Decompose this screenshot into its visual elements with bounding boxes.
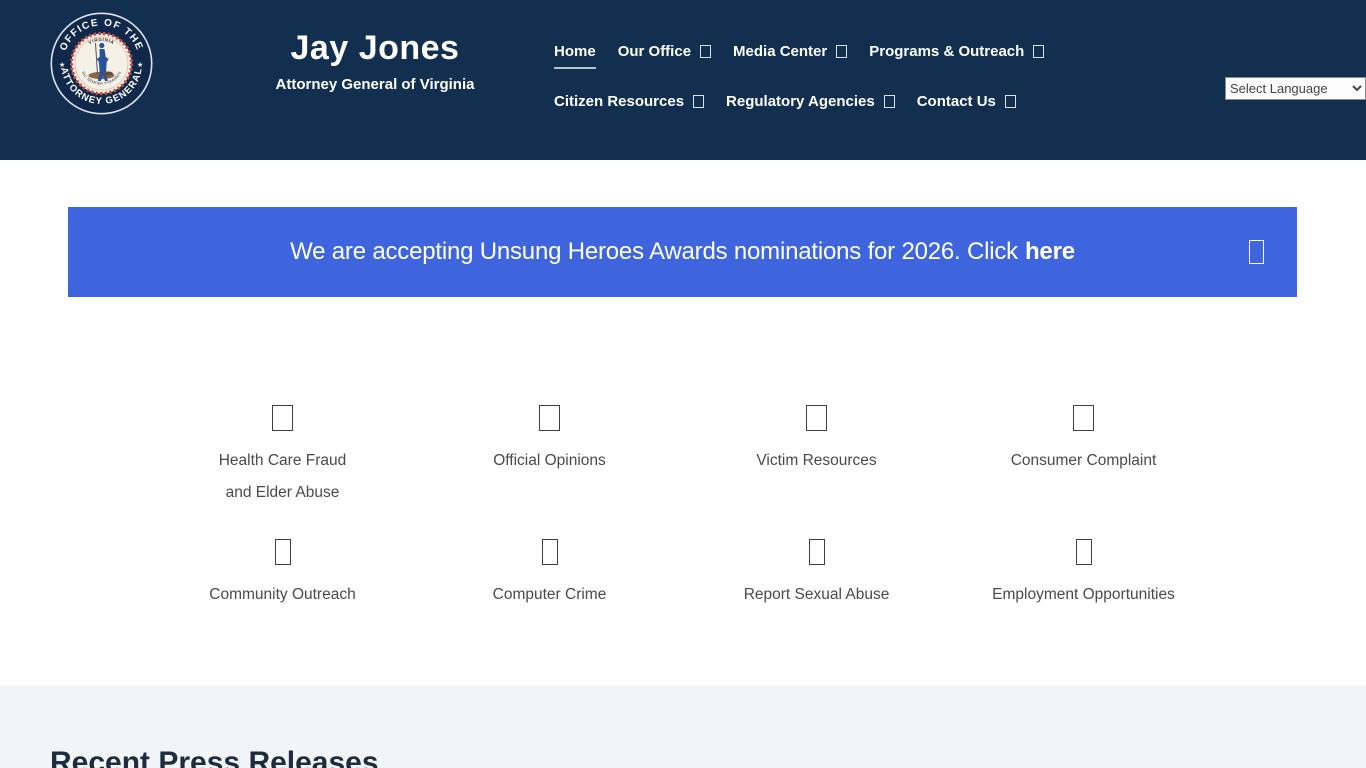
dropdown-caret-icon <box>836 45 847 58</box>
announcement-text: We are accepting Unsung Heroes Awards no… <box>290 238 1075 266</box>
nav-label: Programs & Outreach <box>869 43 1024 60</box>
quick-link-health-care-fraud[interactable]: Health Care Fraudand Elder Abuse <box>149 405 416 509</box>
nav-label: Citizen Resources <box>554 93 684 110</box>
site-title: Jay Jones <box>250 28 500 68</box>
dropdown-caret-icon <box>700 45 711 58</box>
quick-link-consumer-complaint[interactable]: Consumer Complaint <box>950 405 1217 509</box>
nav-item-media-center[interactable]: Media Center <box>733 42 847 62</box>
nav-item-programs-outreach[interactable]: Programs & Outreach <box>869 42 1044 62</box>
nav-item-regulatory-agencies[interactable]: Regulatory Agencies <box>726 92 895 112</box>
nav-item-contact-us[interactable]: Contact Us <box>917 92 1016 112</box>
quick-link-employment-opportunities[interactable]: Employment Opportunities <box>950 539 1217 611</box>
seal-star-left: ★ <box>59 61 65 69</box>
quick-links-row-2: Community Outreach Computer Crime Report… <box>149 539 1217 611</box>
close-icon[interactable] <box>1249 240 1264 264</box>
nav-label: Our Office <box>618 43 691 60</box>
dropdown-caret-icon <box>884 95 895 108</box>
official-opinions-icon <box>539 405 560 431</box>
seal-star-right: ★ <box>137 61 143 69</box>
tile-label-line: Community Outreach <box>209 579 355 611</box>
dropdown-caret-icon <box>1033 45 1044 58</box>
nav-label: Regulatory Agencies <box>726 93 875 110</box>
nav-label: Media Center <box>733 43 827 60</box>
press-section-heading: Recent Press Releases <box>50 746 1366 768</box>
quick-links-row-1: Health Care Fraudand Elder Abuse Officia… <box>149 405 1217 509</box>
site-header: OFFICE OF THE ATTORNEY GENERAL ★ ★ VIRGI… <box>0 0 1366 160</box>
quick-link-victim-resources[interactable]: Victim Resources <box>683 405 950 509</box>
tile-label-line: Employment Opportunities <box>992 579 1175 611</box>
nav-label: Contact Us <box>917 93 996 110</box>
tile-label-line: Report Sexual Abuse <box>744 579 890 611</box>
tile-label-line: Consumer Complaint <box>1011 445 1157 477</box>
employment-opportunities-icon <box>1076 539 1092 565</box>
quick-link-computer-crime[interactable]: Computer Crime <box>416 539 683 611</box>
nav-row-1: Home Our Office Media Center Programs & … <box>554 42 1044 69</box>
press-section: Recent Press Releases <box>0 686 1366 768</box>
community-outreach-icon <box>275 539 291 565</box>
nav-row-2: Citizen Resources Regulatory Agencies Co… <box>554 92 1016 112</box>
health-care-fraud-icon <box>272 405 293 431</box>
page: OFFICE OF THE ATTORNEY GENERAL ★ ★ VIRGI… <box>0 0 1366 768</box>
brand-block: Jay Jones Attorney General of Virginia <box>250 28 500 93</box>
nav-item-our-office[interactable]: Our Office <box>618 42 711 62</box>
announcement-message: We are accepting Unsung Heroes Awards no… <box>290 238 1018 265</box>
tile-label-line: Official Opinions <box>493 445 606 477</box>
quick-link-report-sexual-abuse[interactable]: Report Sexual Abuse <box>683 539 950 611</box>
tile-label-line: Computer Crime <box>493 579 607 611</box>
consumer-complaint-icon <box>1073 405 1094 431</box>
site-subtitle: Attorney General of Virginia <box>250 76 500 93</box>
quick-link-community-outreach[interactable]: Community Outreach <box>149 539 416 611</box>
language-select[interactable]: Select Language <box>1225 77 1366 100</box>
announcement-banner: We are accepting Unsung Heroes Awards no… <box>68 207 1297 297</box>
seal-icon: OFFICE OF THE ATTORNEY GENERAL ★ ★ VIRGI… <box>50 12 153 115</box>
nav-item-citizen-resources[interactable]: Citizen Resources <box>554 92 704 112</box>
tile-label-line: Victim Resources <box>756 445 876 477</box>
tile-label-line: and Elder Abuse <box>219 477 347 509</box>
victim-resources-icon <box>806 405 827 431</box>
attorney-general-seal-logo: OFFICE OF THE ATTORNEY GENERAL ★ ★ VIRGI… <box>50 12 153 115</box>
dropdown-caret-icon <box>1005 95 1016 108</box>
tile-label-line: Health Care Fraud <box>219 445 347 477</box>
quick-link-official-opinions[interactable]: Official Opinions <box>416 405 683 509</box>
nav-item-home[interactable]: Home <box>554 42 596 69</box>
dropdown-caret-icon <box>693 95 704 108</box>
report-sexual-abuse-icon <box>809 539 825 565</box>
computer-crime-icon <box>542 539 558 565</box>
nav-label: Home <box>554 43 596 60</box>
announcement-here-link[interactable]: here <box>1025 238 1075 265</box>
